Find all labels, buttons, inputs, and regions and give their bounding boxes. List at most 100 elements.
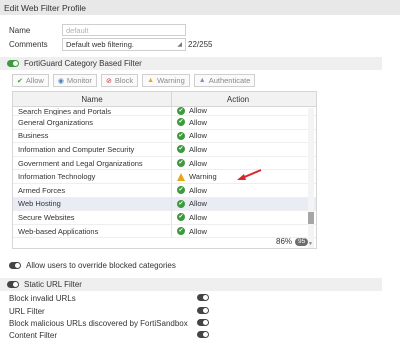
table-row-selected[interactable]: Web Hosting ✔ Allow: [13, 197, 316, 212]
static-url-toggle[interactable]: [7, 281, 19, 288]
option-block-malicious-urls: Block malicious URLs discovered by Forti…: [9, 318, 188, 328]
fortiguard-title: FortiGuard Category Based Filter: [24, 59, 142, 68]
category-name: General Organizations: [18, 117, 94, 127]
dialog-title: Edit Web Filter Profile: [4, 3, 87, 13]
allow-check-icon: ✔: [177, 159, 185, 168]
allow-check-icon: ✔: [177, 199, 185, 208]
category-action: Allow: [189, 226, 207, 236]
content-filter-toggle[interactable]: [197, 331, 209, 338]
category-action: Allow: [189, 117, 207, 127]
block-button-label: Block: [114, 76, 134, 85]
block-icon: ⊘: [105, 77, 112, 85]
table-body: Search Engines and Portals ✔ Allow Genera…: [13, 107, 316, 239]
table-row[interactable]: Information Technology Warning: [13, 170, 316, 184]
eye-icon: ◉: [57, 77, 64, 85]
category-name: Search Engines and Portals: [18, 107, 111, 116]
name-label: Name: [9, 25, 31, 35]
override-toggle[interactable]: [9, 262, 21, 269]
scrollbar-thumb[interactable]: [308, 212, 314, 224]
authenticate-button[interactable]: ▲ Authenticate: [193, 74, 256, 87]
resize-handle-icon[interactable]: ◢: [177, 41, 182, 48]
category-name: Secure Websites: [18, 212, 75, 222]
comments-row: Comments Default web filtering. ◢ 22/255: [9, 37, 213, 51]
scroll-down-icon[interactable]: ▼: [308, 241, 313, 247]
name-placeholder: default: [66, 25, 89, 35]
monitor-button-label: Monitor: [66, 76, 92, 85]
option-label: Block malicious URLs discovered by Forti…: [9, 318, 188, 328]
allow-check-icon: ✔: [177, 227, 185, 236]
category-name: Web-based Applications: [18, 226, 99, 236]
category-name: Business: [18, 131, 49, 141]
column-header-name[interactable]: Name: [13, 92, 172, 106]
fortiguard-section-header: FortiGuard Category Based Filter: [0, 57, 382, 70]
dialog-header: Edit Web Filter Profile: [0, 0, 400, 15]
comments-char-count: 22/255: [188, 39, 213, 49]
block-invalid-urls-toggle[interactable]: [197, 294, 209, 301]
warning-button[interactable]: ▲ Warning: [142, 74, 190, 87]
check-icon: ✔: [17, 77, 23, 85]
comments-label: Comments: [9, 39, 48, 49]
warning-icon: [177, 172, 185, 181]
table-scrollbar[interactable]: [308, 108, 314, 248]
category-action: Allow: [189, 158, 207, 168]
table-row[interactable]: Business ✔ Allow: [13, 129, 316, 144]
count-badge: 95: [295, 237, 309, 246]
name-row: Name default: [9, 24, 186, 36]
allow-check-icon: ✔: [177, 131, 185, 140]
allow-check-icon: ✔: [177, 145, 185, 154]
monitor-button[interactable]: ◉ Monitor: [52, 74, 97, 87]
percent-label: 86%: [276, 237, 293, 246]
option-content-filter: Content Filter: [9, 330, 57, 340]
table-row[interactable]: Secure Websites ✔ Allow: [13, 211, 316, 225]
table-row[interactable]: Web-based Applications ✔ Allow: [13, 224, 316, 239]
allow-button[interactable]: ✔ Allow: [12, 74, 49, 87]
override-label: Allow users to override blocked categori…: [26, 261, 176, 270]
category-name: Information Technology: [18, 172, 96, 182]
table-row[interactable]: Search Engines and Portals ✔ Allow: [13, 107, 316, 116]
user-icon: ▲: [198, 77, 206, 84]
override-row: Allow users to override blocked categori…: [9, 261, 176, 270]
option-label: Block invalid URLs: [9, 293, 76, 303]
category-action: Allow: [189, 107, 207, 115]
category-action: Warning: [189, 172, 217, 182]
warning-icon: ▲: [147, 77, 155, 84]
category-action: Allow: [189, 144, 207, 154]
category-action: Allow: [189, 185, 207, 195]
allow-check-icon: ✔: [177, 118, 185, 127]
authenticate-button-label: Authenticate: [208, 76, 251, 85]
category-action: Allow: [189, 199, 207, 209]
warning-button-label: Warning: [157, 76, 185, 85]
comments-textarea[interactable]: Default web filtering. ◢: [62, 37, 186, 51]
category-name: Armed Forces: [18, 185, 66, 195]
category-table: Name Action Search Engines and Portals ✔…: [12, 91, 317, 249]
table-header: Name Action: [13, 92, 316, 107]
block-malicious-urls-toggle[interactable]: [197, 319, 209, 326]
category-action: Allow: [189, 131, 207, 141]
name-input[interactable]: default: [62, 24, 186, 36]
allow-check-icon: ✔: [177, 213, 185, 222]
option-url-filter: URL Filter: [9, 306, 45, 316]
table-row[interactable]: General Organizations ✔ Allow: [13, 116, 316, 130]
category-name: Government and Legal Organizations: [18, 158, 143, 168]
url-filter-toggle[interactable]: [197, 307, 209, 314]
table-row[interactable]: Armed Forces ✔ Allow: [13, 183, 316, 198]
static-url-title: Static URL Filter: [24, 280, 82, 289]
allow-check-icon: ✔: [177, 107, 185, 115]
allow-check-icon: ✔: [177, 186, 185, 195]
column-header-action[interactable]: Action: [172, 95, 304, 104]
option-label: URL Filter: [9, 306, 45, 316]
table-row[interactable]: Information and Computer Security ✔ Allow: [13, 143, 316, 157]
allow-button-label: Allow: [25, 76, 44, 85]
red-arrow-annotation-icon: [237, 169, 262, 180]
category-name: Web Hosting: [18, 199, 61, 209]
action-toolbar: ✔ Allow ◉ Monitor ⊘ Block ▲ Warning ▲ Au…: [12, 74, 256, 87]
table-footer-stats: 86% 95: [276, 237, 309, 246]
option-label: Content Filter: [9, 330, 58, 340]
option-block-invalid-urls: Block invalid URLs: [9, 293, 76, 303]
block-button[interactable]: ⊘ Block: [100, 74, 139, 87]
static-url-section-header: Static URL Filter: [0, 278, 382, 291]
category-name: Information and Computer Security: [18, 144, 135, 154]
comments-value: Default web filtering.: [66, 39, 134, 49]
table-row[interactable]: Government and Legal Organizations ✔ Allo…: [13, 156, 316, 171]
fortiguard-toggle[interactable]: [7, 60, 19, 67]
